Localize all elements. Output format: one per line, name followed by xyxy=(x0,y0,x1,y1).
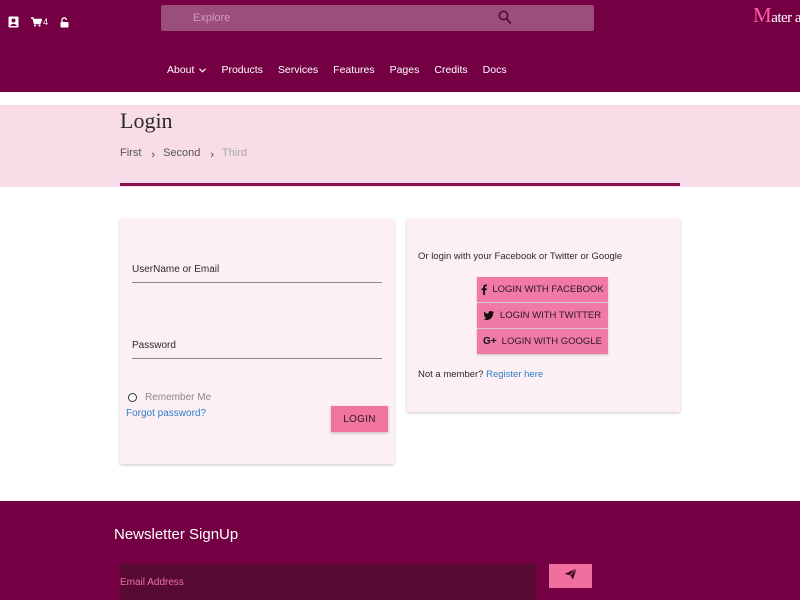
facebook-login-label: LOGIN WITH FACEBOOK xyxy=(492,284,604,295)
breadcrumb-first[interactable]: First xyxy=(120,147,141,159)
google-plus-icon: G+ xyxy=(483,336,497,347)
search-bar xyxy=(161,5,594,31)
page-title: Login xyxy=(120,108,173,133)
site-logo[interactable]: Mater aized xyxy=(753,3,800,28)
nav-about-label: About xyxy=(167,64,195,76)
login-button[interactable]: LOGIN xyxy=(331,406,388,432)
newsletter-title: Newsletter SignUp xyxy=(114,526,239,543)
register-link[interactable]: Register here xyxy=(486,369,543,380)
twitter-icon xyxy=(483,311,495,320)
facebook-login-button[interactable]: LOGIN WITH FACEBOOK xyxy=(477,277,608,302)
search-icon[interactable] xyxy=(498,10,512,30)
nav-products[interactable]: Products xyxy=(221,64,262,76)
nav-docs[interactable]: Docs xyxy=(483,64,507,76)
send-icon xyxy=(564,567,577,585)
nav-services[interactable]: Services xyxy=(278,64,318,76)
login-card: UserName or Email Password Remember Me F… xyxy=(120,219,394,464)
remember-label: Remember Me xyxy=(145,392,212,403)
not-member-text: Not a member? xyxy=(418,369,484,380)
forgot-password-link[interactable]: Forgot password? xyxy=(126,408,206,419)
nav-about[interactable]: About xyxy=(167,64,207,76)
google-login-button[interactable]: G+ LOGIN WITH GOOGLE xyxy=(477,329,608,354)
divider xyxy=(120,183,680,186)
chevron-right-icon: › xyxy=(210,149,215,161)
twitter-login-label: LOGIN WITH TWITTER xyxy=(499,310,602,321)
newsletter-email-field xyxy=(120,564,536,600)
logo-letter: M xyxy=(753,3,772,27)
top-icon-bar: 4 xyxy=(8,16,81,28)
newsletter-email-input[interactable] xyxy=(120,564,536,600)
remember-radio[interactable] xyxy=(128,393,137,402)
google-login-label: LOGIN WITH GOOGLE xyxy=(501,336,602,347)
twitter-login-button[interactable]: LOGIN WITH TWITTER xyxy=(477,303,608,328)
password-field: Password xyxy=(132,335,382,359)
chevron-down-icon xyxy=(199,66,207,75)
breadcrumb-second[interactable]: Second xyxy=(163,147,200,159)
register-prompt: Not a member? Register here xyxy=(418,369,543,380)
newsletter-send-button[interactable] xyxy=(549,564,592,588)
logo-text: ater aized xyxy=(771,10,800,26)
main-nav: About Products Services Features Pages C… xyxy=(167,64,522,76)
password-input[interactable] xyxy=(132,335,382,359)
account-icon[interactable] xyxy=(8,16,19,28)
chevron-right-icon: › xyxy=(151,149,156,161)
social-login-card: Or login with your Facebook or Twitter o… xyxy=(407,219,680,412)
username-field: UserName or Email xyxy=(132,259,382,283)
username-input[interactable] xyxy=(132,259,382,283)
nav-pages[interactable]: Pages xyxy=(390,64,420,76)
unlock-icon[interactable] xyxy=(60,16,69,28)
breadcrumb-third: Third xyxy=(222,147,248,159)
cart-count: 4 xyxy=(43,17,49,27)
facebook-icon xyxy=(481,284,488,295)
remember-me[interactable]: Remember Me xyxy=(128,392,211,403)
top-header: 4 Mater aized About Products Services Fe… xyxy=(0,0,800,92)
cart-icon[interactable]: 4 xyxy=(31,17,48,27)
nav-credits[interactable]: Credits xyxy=(434,64,467,76)
breadcrumb: First › Second › Third xyxy=(120,147,248,161)
social-intro-text: Or login with your Facebook or Twitter o… xyxy=(418,251,623,262)
nav-features[interactable]: Features xyxy=(333,64,374,76)
